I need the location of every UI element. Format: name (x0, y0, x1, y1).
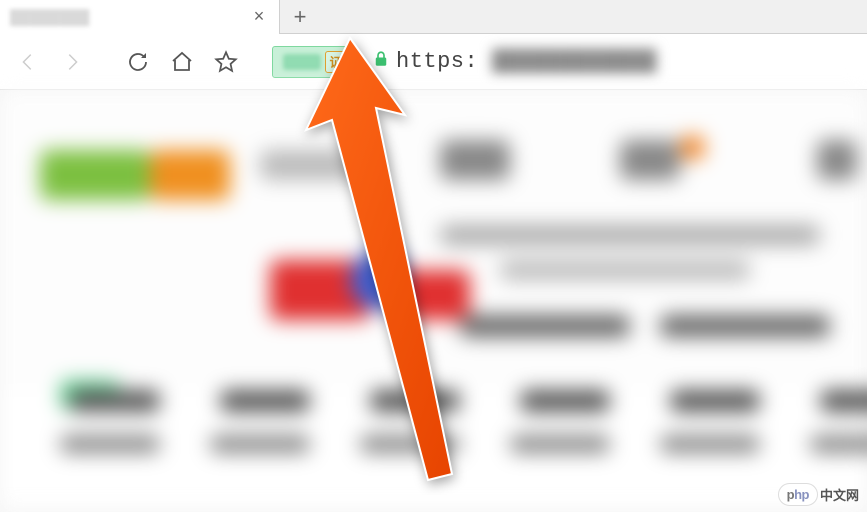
refresh-icon (126, 50, 150, 74)
certificate-seal-icon: 证 (325, 51, 347, 73)
lock-icon (372, 50, 390, 73)
favorites-button[interactable] (206, 42, 246, 82)
watermark-logo: php (778, 483, 818, 506)
address-bar[interactable]: https: ████████████ (372, 49, 657, 74)
forward-button[interactable] (52, 42, 92, 82)
refresh-button[interactable] (118, 42, 158, 82)
url-scheme-text: https: (396, 49, 478, 74)
star-icon (213, 49, 239, 75)
home-button[interactable] (162, 42, 202, 82)
watermark-text: 中文网 (820, 485, 859, 504)
tab-title: ████████ (10, 9, 249, 25)
close-tab-button[interactable]: × (249, 7, 269, 27)
page-content-blurred (0, 90, 867, 512)
new-tab-button[interactable]: + (280, 0, 320, 34)
site-watermark: php 中文网 (778, 483, 859, 506)
home-icon (170, 50, 194, 74)
browser-tab-bar: ████████ × + (0, 0, 867, 34)
back-button[interactable] (8, 42, 48, 82)
certificate-org-name (283, 54, 321, 70)
active-tab[interactable]: ████████ × (0, 0, 280, 34)
url-host-blurred: ████████████ (492, 49, 656, 74)
browser-toolbar: 证 https: ████████████ (0, 34, 867, 90)
chevron-right-icon (61, 51, 83, 73)
chevron-left-icon (17, 51, 39, 73)
security-certificate-badge[interactable]: 证 (272, 46, 354, 78)
